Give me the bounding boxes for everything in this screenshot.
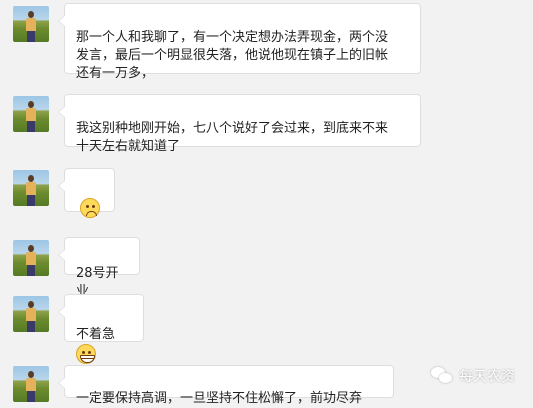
message-bubble: 那一个人和我聊了，有一个决定想办法弄现金，两个没 发言，最后一个明显很失落，他说… xyxy=(58,3,421,81)
message-bubble: 我这别种地刚开始，七八个说好了会过来，到底来不来 十天左右就知道了 xyxy=(58,94,421,154)
message-text: 不着急 xyxy=(76,327,116,342)
avatar[interactable] xyxy=(13,296,49,332)
message-bubble: 一定要保持高调，一旦坚持不住松懈了，前功尽弃 xyxy=(58,365,394,406)
message-text: 一定要保持高调，一旦坚持不住松懈了，前功尽弃 xyxy=(76,391,363,406)
sad-face-icon xyxy=(80,198,100,218)
message-text: 那一个人和我聊了，有一个决定想办法弄现金，两个没 发言，最后一个明显很失落，他说… xyxy=(76,30,389,81)
watermark: 每天农资 xyxy=(431,366,515,386)
wechat-icon xyxy=(431,367,453,385)
watermark-text: 每天农资 xyxy=(459,369,515,385)
grinning-face-icon xyxy=(76,344,96,364)
avatar[interactable] xyxy=(13,170,49,206)
avatar[interactable] xyxy=(13,366,49,402)
message-bubble xyxy=(58,168,115,218)
avatar[interactable] xyxy=(13,96,49,132)
message-text: 我这别种地刚开始，七八个说好了会过来，到底来不来 十天左右就知道了 xyxy=(76,121,389,154)
avatar[interactable] xyxy=(13,240,49,276)
message-bubble: 28号开业 xyxy=(58,237,140,299)
avatar[interactable] xyxy=(13,6,49,42)
message-bubble: 不着急 xyxy=(58,294,144,364)
